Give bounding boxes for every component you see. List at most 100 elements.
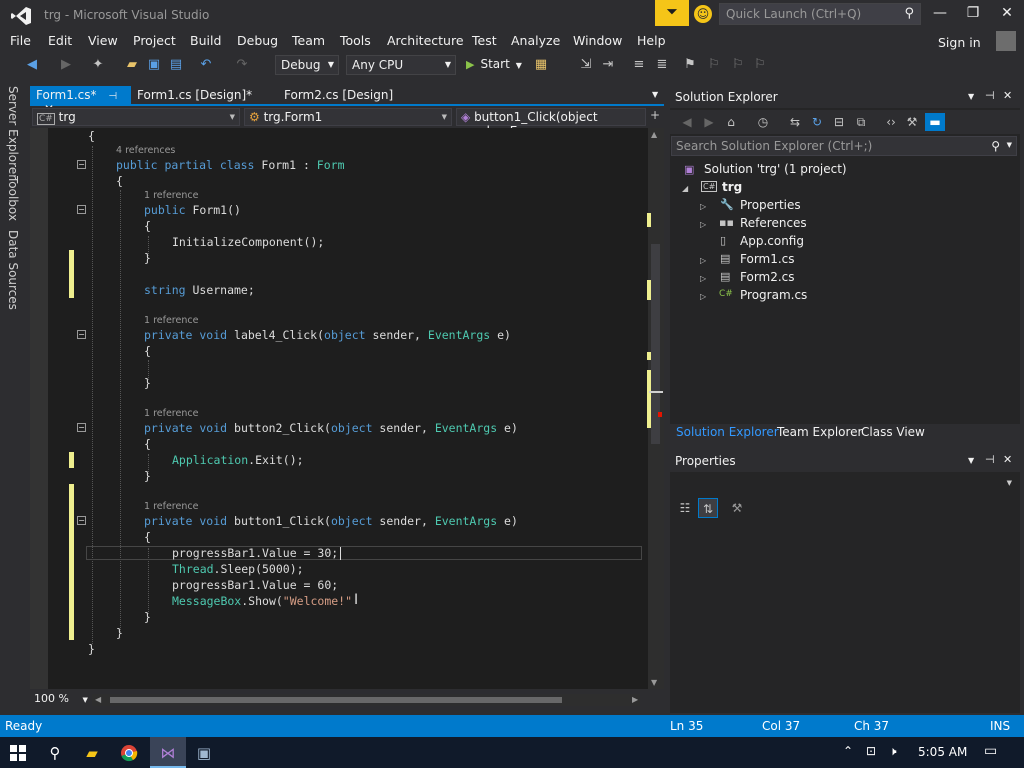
- undo-icon[interactable]: ↶: [198, 57, 214, 73]
- show-all-files-icon[interactable]: ⧉: [852, 113, 870, 131]
- minimize-button[interactable]: —: [925, 5, 955, 25]
- close-panel-icon[interactable]: ✕: [1003, 89, 1012, 102]
- alphabetical-icon[interactable]: ⇅: [698, 498, 718, 518]
- back-icon[interactable]: ◀: [678, 113, 696, 131]
- pending-changes-filter-icon[interactable]: ◷: [754, 113, 772, 131]
- scroll-right-icon[interactable]: ▶: [632, 695, 638, 704]
- collapsed-arrow-icon[interactable]: ▷: [700, 292, 706, 301]
- codelens-references[interactable]: 1 reference: [144, 315, 198, 326]
- menu-tools[interactable]: Tools: [340, 33, 371, 48]
- form-app-icon[interactable]: ▣: [192, 741, 216, 765]
- navigate-back-icon[interactable]: ◀: [24, 57, 40, 73]
- solution-platform-select[interactable]: Any CPU ▼: [346, 55, 456, 75]
- pin-icon[interactable]: ⊣: [985, 453, 995, 466]
- solution-configuration-select[interactable]: Debug ▼: [275, 55, 339, 75]
- tree-item-program-cs[interactable]: Program.cs: [740, 288, 807, 302]
- tab-team-explorer[interactable]: Team Explorer: [777, 425, 863, 439]
- menu-edit[interactable]: Edit: [48, 33, 72, 48]
- menu-architecture[interactable]: Architecture: [387, 33, 464, 48]
- tab-overflow-chevron-icon[interactable]: ▼: [652, 90, 658, 99]
- codelens-references[interactable]: 1 reference: [144, 501, 198, 512]
- collapsed-arrow-icon[interactable]: ▷: [700, 202, 706, 211]
- pin-icon[interactable]: ⊣: [985, 89, 995, 102]
- taskbar-clock[interactable]: 5:05 AM: [918, 745, 967, 759]
- toolbox-tab[interactable]: Toolbox: [6, 176, 20, 221]
- codelens-references[interactable]: 4 references: [116, 145, 175, 156]
- tab-class-view[interactable]: Class View: [861, 425, 925, 439]
- close-window-button[interactable]: ✕: [992, 5, 1022, 25]
- menu-debug[interactable]: Debug: [237, 33, 278, 48]
- tree-item-app-config[interactable]: App.config: [740, 234, 804, 248]
- tree-item-properties[interactable]: Properties: [740, 198, 801, 212]
- scroll-down-icon[interactable]: ▼: [651, 678, 657, 687]
- prev-bookmark-icon[interactable]: ⚐: [706, 57, 722, 73]
- save-all-icon[interactable]: ▤: [168, 57, 184, 73]
- comment-lines-icon[interactable]: ≡: [631, 57, 647, 73]
- save-icon[interactable]: ▣: [146, 57, 162, 73]
- start-debugging-button[interactable]: ▶ Start ▼: [466, 57, 522, 71]
- properties-object-select[interactable]: ▼: [672, 474, 1018, 494]
- menu-window[interactable]: Window: [573, 33, 622, 48]
- sign-in-link[interactable]: Sign in: [938, 35, 981, 50]
- scroll-up-icon[interactable]: ▲: [651, 130, 657, 139]
- properties-wrench-icon[interactable]: ⚒: [903, 113, 921, 131]
- new-project-icon[interactable]: ✦: [90, 57, 106, 73]
- menu-project[interactable]: Project: [133, 33, 176, 48]
- forward-icon[interactable]: ▶: [700, 113, 718, 131]
- property-pages-wrench-icon[interactable]: ⚒: [727, 498, 747, 518]
- next-bookmark-icon[interactable]: ⚐: [730, 57, 746, 73]
- panel-options-chevron-icon[interactable]: ▼: [968, 92, 974, 101]
- collapsed-arrow-icon[interactable]: ▷: [700, 256, 706, 265]
- tree-item-form1-cs[interactable]: Form1.cs: [740, 252, 795, 266]
- tree-item-references[interactable]: References: [740, 216, 807, 230]
- panel-options-chevron-icon[interactable]: ▼: [968, 456, 974, 465]
- account-avatar-icon[interactable]: [996, 31, 1016, 51]
- home-icon[interactable]: ⌂: [722, 113, 740, 131]
- refresh-icon[interactable]: ↻: [808, 113, 826, 131]
- search-icon[interactable]: ⚲: [43, 741, 67, 765]
- codelens-references[interactable]: 1 reference: [144, 190, 198, 201]
- show-hidden-icons-chevron-icon[interactable]: ⌃: [843, 744, 853, 758]
- quick-launch-input[interactable]: Quick Launch (Ctrl+Q) ⚲: [719, 3, 921, 25]
- sync-active-document-icon[interactable]: ⇆: [786, 113, 804, 131]
- collapse-all-icon[interactable]: ⊟: [830, 113, 848, 131]
- codelens-references[interactable]: 1 reference: [144, 408, 198, 419]
- restore-button[interactable]: ❐: [958, 5, 988, 25]
- solution-explorer-search-input[interactable]: Search Solution Explorer (Ctrl+;) ⚲ ▼: [671, 136, 1017, 156]
- open-file-icon[interactable]: ▰: [124, 57, 140, 73]
- visual-studio-icon[interactable]: ⋈: [156, 741, 180, 765]
- data-sources-tab[interactable]: Data Sources: [6, 230, 20, 310]
- tab-solution-explorer[interactable]: Solution Explorer: [676, 425, 779, 439]
- bookmark-icon[interactable]: ⚑: [682, 57, 698, 73]
- menu-team[interactable]: Team: [292, 33, 325, 48]
- feedback-smiley-icon[interactable]: ☺: [694, 5, 712, 23]
- close-panel-icon[interactable]: ✕: [1003, 453, 1012, 466]
- horizontal-scroll-thumb[interactable]: [110, 697, 562, 703]
- browse-icon[interactable]: ▦: [533, 57, 549, 73]
- collapse-icon[interactable]: −: [77, 330, 86, 339]
- menu-test[interactable]: Test: [472, 33, 497, 48]
- server-explorer-tab[interactable]: Server Explorer: [6, 86, 20, 179]
- collapse-icon[interactable]: −: [77, 160, 86, 169]
- menu-view[interactable]: View: [88, 33, 118, 48]
- collapsed-arrow-icon[interactable]: ▷: [700, 274, 706, 283]
- collapse-icon[interactable]: −: [77, 423, 86, 432]
- step-into-icon[interactable]: ⇲: [578, 57, 594, 73]
- tree-solution[interactable]: Solution 'trg' (1 project): [704, 162, 847, 176]
- uncomment-lines-icon[interactable]: ≣: [654, 57, 670, 73]
- menu-file[interactable]: File: [10, 33, 31, 48]
- collapse-icon[interactable]: −: [77, 205, 86, 214]
- notification-filter-icon[interactable]: ⏷: [655, 0, 689, 26]
- project-dropdown[interactable]: C# trg ▼: [32, 108, 240, 126]
- volume-muted-icon[interactable]: 🕨: [889, 744, 897, 759]
- class-dropdown[interactable]: ⚙ trg.Form1 ▼: [244, 108, 452, 126]
- tab-form2-design[interactable]: Form2.cs [Design]: [278, 86, 399, 105]
- menu-build[interactable]: Build: [190, 33, 221, 48]
- clear-bookmarks-icon[interactable]: ⚐: [752, 57, 768, 73]
- tab-form1-cs[interactable]: Form1.cs* ⊣ ✕: [30, 86, 131, 116]
- file-explorer-icon[interactable]: ▰: [80, 741, 104, 765]
- categorized-icon[interactable]: ☷: [675, 498, 695, 518]
- tree-project-trg[interactable]: trg: [722, 180, 742, 194]
- split-window-icon[interactable]: +: [650, 108, 660, 122]
- member-dropdown[interactable]: ◈ button1_Click(object sender, Eve: [456, 108, 646, 138]
